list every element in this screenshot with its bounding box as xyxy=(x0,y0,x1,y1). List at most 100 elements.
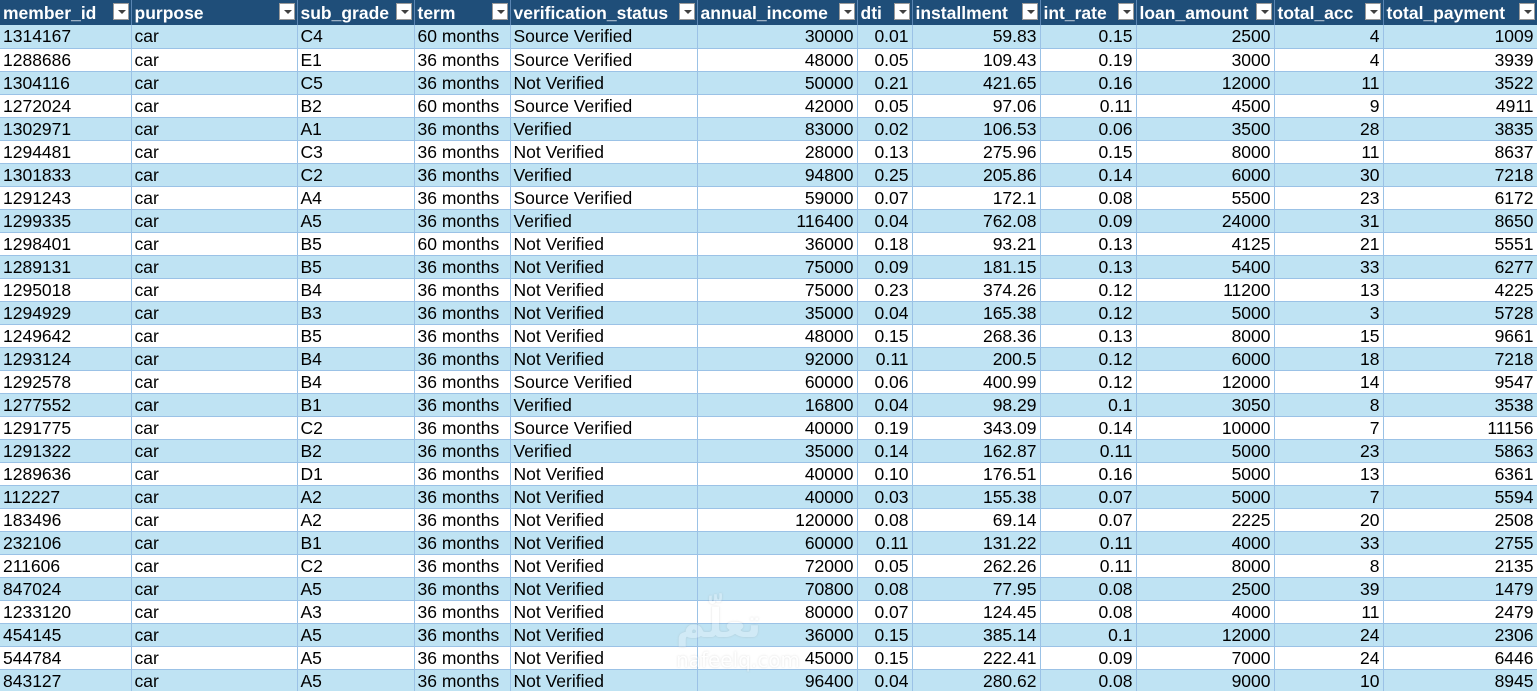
table-row[interactable]: 544784 car A5 36 months Not Verified 45000 0.1… xyxy=(0,646,1537,670)
column-header-term[interactable]: term xyxy=(414,0,511,25)
cell-term[interactable]: 36 months xyxy=(414,485,511,509)
cell-int-rate[interactable]: 0.14 xyxy=(1040,416,1137,440)
cell-int-rate[interactable]: 0.07 xyxy=(1040,485,1137,509)
table-row[interactable]: 112227 car A2 36 months Not Verified 40000 0.0… xyxy=(0,485,1537,509)
cell-sub-grade[interactable]: B2 xyxy=(297,94,415,118)
cell-annual-income[interactable]: 70800 xyxy=(697,577,858,601)
table-row[interactable]: 843127 car A5 36 months Not Verified 96400 0.0… xyxy=(0,669,1537,691)
cell-verification-status[interactable]: Not Verified xyxy=(510,554,698,578)
cell-verification-status[interactable]: Not Verified xyxy=(510,255,698,279)
cell-int-rate[interactable]: 0.1 xyxy=(1040,623,1137,647)
cell-dti[interactable]: 0.11 xyxy=(857,531,913,555)
cell-installment[interactable]: 762.08 xyxy=(912,209,1041,233)
cell-total-acc[interactable]: 11 xyxy=(1274,71,1384,95)
table-row[interactable]: 232106 car B1 36 months Not Verified 60000 0.1… xyxy=(0,531,1537,555)
cell-installment[interactable]: 93.21 xyxy=(912,232,1041,256)
cell-total-acc[interactable]: 13 xyxy=(1274,462,1384,486)
table-row[interactable]: 1272024 car B2 60 months Source Verified 4200… xyxy=(0,94,1537,118)
cell-purpose[interactable]: car xyxy=(131,186,298,210)
filter-dropdown-icon[interactable] xyxy=(1117,3,1134,20)
column-header-total-payment[interactable]: total_payment xyxy=(1383,0,1537,25)
table-row[interactable]: 1298401 car B5 60 months Not Verified 36000 0.… xyxy=(0,232,1537,256)
cell-annual-income[interactable]: 45000 xyxy=(697,646,858,670)
cell-total-acc[interactable]: 15 xyxy=(1274,324,1384,348)
column-header-installment[interactable]: installment xyxy=(912,0,1041,25)
cell-total-payment[interactable]: 6446 xyxy=(1383,646,1537,670)
cell-sub-grade[interactable]: C5 xyxy=(297,71,415,95)
cell-dti[interactable]: 0.21 xyxy=(857,71,913,95)
cell-installment[interactable]: 280.62 xyxy=(912,669,1041,691)
table-row[interactable]: 1249642 car B5 36 months Not Verified 48000 0.… xyxy=(0,324,1537,348)
cell-member-id[interactable]: 112227 xyxy=(0,485,132,509)
cell-sub-grade[interactable]: B5 xyxy=(297,255,415,279)
cell-total-acc[interactable]: 14 xyxy=(1274,370,1384,394)
cell-verification-status[interactable]: Not Verified xyxy=(510,623,698,647)
cell-loan-amount[interactable]: 9000 xyxy=(1136,669,1275,691)
filter-dropdown-icon[interactable] xyxy=(1255,3,1272,20)
cell-dti[interactable]: 0.04 xyxy=(857,301,913,325)
cell-member-id[interactable]: 847024 xyxy=(0,577,132,601)
cell-int-rate[interactable]: 0.19 xyxy=(1040,48,1137,72)
cell-verification-status[interactable]: Not Verified xyxy=(510,600,698,624)
cell-purpose[interactable]: car xyxy=(131,301,298,325)
cell-installment[interactable]: 162.87 xyxy=(912,439,1041,463)
cell-loan-amount[interactable]: 8000 xyxy=(1136,554,1275,578)
cell-total-acc[interactable]: 8 xyxy=(1274,554,1384,578)
cell-total-acc[interactable]: 11 xyxy=(1274,600,1384,624)
cell-total-acc[interactable]: 7 xyxy=(1274,416,1384,440)
cell-verification-status[interactable]: Not Verified xyxy=(510,278,698,302)
cell-sub-grade[interactable]: B5 xyxy=(297,324,415,348)
cell-annual-income[interactable]: 116400 xyxy=(697,209,858,233)
cell-total-acc[interactable]: 24 xyxy=(1274,646,1384,670)
cell-verification-status[interactable]: Not Verified xyxy=(510,71,698,95)
filter-dropdown-icon[interactable] xyxy=(278,3,295,20)
column-header-dti[interactable]: dti xyxy=(857,0,913,25)
cell-verification-status[interactable]: Source Verified xyxy=(510,186,698,210)
cell-term[interactable]: 36 months xyxy=(414,48,511,72)
cell-member-id[interactable]: 1294929 xyxy=(0,301,132,325)
cell-int-rate[interactable]: 0.11 xyxy=(1040,439,1137,463)
cell-total-acc[interactable]: 33 xyxy=(1274,255,1384,279)
cell-total-payment[interactable]: 7218 xyxy=(1383,347,1537,371)
cell-member-id[interactable]: 1249642 xyxy=(0,324,132,348)
cell-annual-income[interactable]: 72000 xyxy=(697,554,858,578)
cell-term[interactable]: 36 months xyxy=(414,186,511,210)
cell-term[interactable]: 36 months xyxy=(414,347,511,371)
cell-purpose[interactable]: car xyxy=(131,117,298,141)
cell-purpose[interactable]: car xyxy=(131,577,298,601)
cell-dti[interactable]: 0.06 xyxy=(857,370,913,394)
cell-sub-grade[interactable]: B4 xyxy=(297,347,415,371)
cell-sub-grade[interactable]: B1 xyxy=(297,531,415,555)
cell-annual-income[interactable]: 36000 xyxy=(697,623,858,647)
cell-sub-grade[interactable]: A5 xyxy=(297,646,415,670)
cell-purpose[interactable]: car xyxy=(131,278,298,302)
cell-member-id[interactable]: 1272024 xyxy=(0,94,132,118)
cell-total-payment[interactable]: 5594 xyxy=(1383,485,1537,509)
cell-purpose[interactable]: car xyxy=(131,324,298,348)
cell-installment[interactable]: 59.83 xyxy=(912,25,1041,49)
cell-annual-income[interactable]: 75000 xyxy=(697,255,858,279)
cell-verification-status[interactable]: Source Verified xyxy=(510,48,698,72)
cell-total-acc[interactable]: 20 xyxy=(1274,508,1384,532)
cell-total-payment[interactable]: 9547 xyxy=(1383,370,1537,394)
cell-member-id[interactable]: 183496 xyxy=(0,508,132,532)
cell-verification-status[interactable]: Verified xyxy=(510,163,698,187)
table-row[interactable]: 1314167 car C4 60 months Source Verified 3000… xyxy=(0,25,1537,49)
cell-member-id[interactable]: 1302971 xyxy=(0,117,132,141)
cell-term[interactable]: 36 months xyxy=(414,324,511,348)
cell-sub-grade[interactable]: C2 xyxy=(297,163,415,187)
table-row[interactable]: 1289636 car D1 36 months Not Verified 40000 0.… xyxy=(0,462,1537,486)
cell-dti[interactable]: 0.25 xyxy=(857,163,913,187)
cell-int-rate[interactable]: 0.14 xyxy=(1040,163,1137,187)
cell-member-id[interactable]: 1299335 xyxy=(0,209,132,233)
cell-annual-income[interactable]: 50000 xyxy=(697,71,858,95)
cell-term[interactable]: 36 months xyxy=(414,508,511,532)
cell-loan-amount[interactable]: 11200 xyxy=(1136,278,1275,302)
cell-sub-grade[interactable]: A4 xyxy=(297,186,415,210)
cell-member-id[interactable]: 1288686 xyxy=(0,48,132,72)
column-header-verification-status[interactable]: verification_status xyxy=(510,0,698,25)
table-row[interactable]: 1292578 car B4 36 months Source Verified 6000… xyxy=(0,370,1537,394)
cell-loan-amount[interactable]: 7000 xyxy=(1136,646,1275,670)
cell-installment[interactable]: 131.22 xyxy=(912,531,1041,555)
cell-int-rate[interactable]: 0.08 xyxy=(1040,577,1137,601)
